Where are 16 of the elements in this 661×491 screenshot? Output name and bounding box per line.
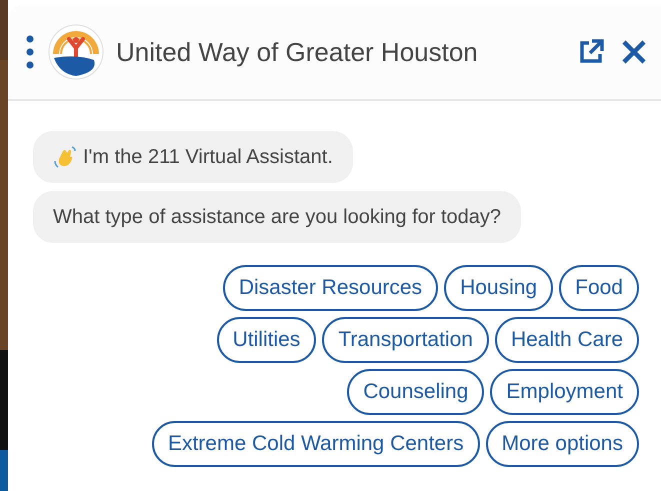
quick-reply-button[interactable]: More options <box>486 421 639 467</box>
quick-reply-button[interactable]: Employment <box>490 369 639 415</box>
quick-reply-button[interactable]: Transportation <box>322 317 489 363</box>
waving-hand-icon <box>53 145 77 169</box>
quick-reply-button[interactable]: Health Care <box>494 317 639 363</box>
logo-icon <box>48 24 104 80</box>
quick-reply-button[interactable]: Extreme Cold Warming Centers <box>152 421 480 467</box>
quick-reply-button[interactable]: Food <box>559 265 639 311</box>
quick-reply-button[interactable]: Housing <box>444 265 554 311</box>
message-bubble: What type of assistance are you looking for today? <box>33 191 522 243</box>
window-title: United Way of Greater Houston <box>116 36 479 68</box>
quick-reply-button[interactable]: Disaster Resources <box>222 265 438 311</box>
quick-reply-button[interactable]: Utilities <box>216 317 316 363</box>
message-text: I'm the 211 Virtual Assistant. <box>83 145 333 170</box>
quick-reply-button[interactable]: Counseling <box>347 369 484 415</box>
menu-icon[interactable] <box>24 33 36 71</box>
